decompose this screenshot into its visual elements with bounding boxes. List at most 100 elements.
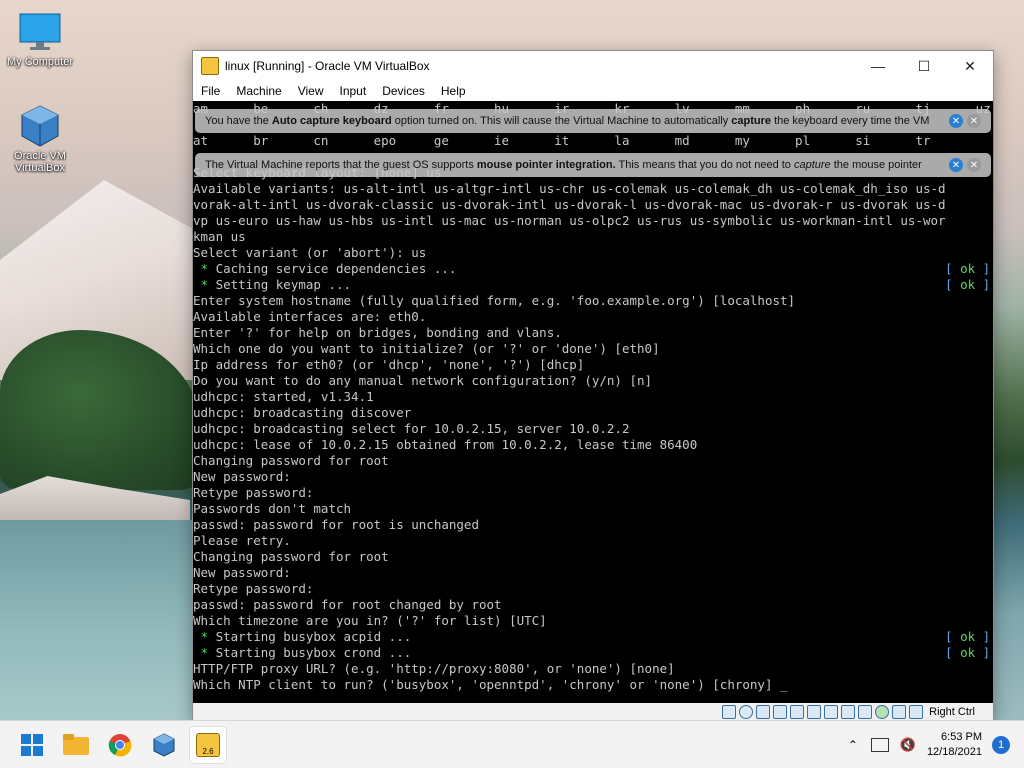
cpu-icon[interactable] bbox=[858, 705, 873, 719]
vm-screen[interactable]: am be ch dz fr hu ir kr lv mm ph ru tj u… bbox=[193, 101, 993, 703]
terminal-line: Which NTP client to run? ('busybox', 'op… bbox=[193, 677, 788, 692]
desktop-icon-my-computer[interactable]: My Computer bbox=[0, 10, 80, 68]
chrome-icon bbox=[108, 734, 132, 757]
display-icon[interactable] bbox=[824, 705, 839, 719]
terminal-line: udhcpc: broadcasting discover bbox=[193, 405, 412, 420]
file-explorer-button[interactable] bbox=[58, 727, 94, 763]
maximize-button[interactable]: ☐ bbox=[901, 51, 947, 81]
close-banner-icon[interactable]: ✕ bbox=[967, 158, 981, 172]
minimize-button[interactable]: — bbox=[855, 51, 901, 81]
chevron-up-icon[interactable]: ⌃ bbox=[843, 738, 863, 752]
host-key-label: Right Ctrl bbox=[929, 706, 975, 718]
terminal-line: Select variant (or 'abort'): us bbox=[193, 245, 427, 260]
speaker-muted-icon[interactable]: 🔇 bbox=[899, 737, 917, 753]
network-status-icon[interactable] bbox=[870, 738, 889, 752]
terminal-line: udhcpc: broadcasting select for 10.0.2.1… bbox=[193, 421, 630, 436]
terminal-line: * Starting busybox crond ...[ ok ] bbox=[193, 645, 991, 660]
terminal-line: udhcpc: lease of 10.0.2.15 obtained from… bbox=[193, 437, 698, 452]
keyboard-capture-icon[interactable] bbox=[892, 705, 907, 719]
taskbar: 2.6 ⌃ 🔇 6:53 PM 12/18/2021 1 bbox=[0, 720, 1024, 768]
terminal-line: Retype password: bbox=[193, 485, 314, 500]
terminal-line: passwd: password for root is unchanged bbox=[193, 517, 479, 532]
system-tray: ⌃ 🔇 6:53 PM 12/18/2021 1 bbox=[843, 721, 1024, 768]
usb-icon[interactable] bbox=[790, 705, 805, 719]
optical-drive-icon[interactable] bbox=[739, 705, 754, 719]
terminal-line: Ip address for eth0? (or 'dhcp', 'none',… bbox=[193, 357, 585, 372]
menu-file[interactable]: File bbox=[193, 84, 228, 98]
terminal-line: New password: bbox=[193, 565, 291, 580]
menu-help[interactable]: Help bbox=[433, 84, 474, 98]
terminal-line: Enter system hostname (fully qualified f… bbox=[193, 293, 796, 308]
chrome-button[interactable] bbox=[102, 727, 138, 763]
shared-folders-icon[interactable] bbox=[807, 705, 822, 719]
banner-message: The Virtual Machine reports that the gue… bbox=[205, 159, 922, 171]
terminal-line: udhcpc: started, v1.34.1 bbox=[193, 389, 374, 404]
video-capture-icon[interactable] bbox=[841, 705, 856, 719]
terminal-line: passwd: password for root changed by roo… bbox=[193, 597, 502, 612]
terminal-line: Retype password: bbox=[193, 581, 314, 596]
windows-logo-icon bbox=[21, 734, 43, 756]
terminal-line: Changing password for root bbox=[193, 549, 389, 564]
close-banner-icon[interactable]: ✕ bbox=[967, 114, 981, 128]
host-key-icon[interactable] bbox=[909, 705, 924, 719]
folder-icon bbox=[63, 734, 89, 755]
start-button[interactable] bbox=[14, 727, 50, 763]
audio-icon[interactable] bbox=[756, 705, 771, 719]
vm-taskbar-button[interactable]: 2.6 bbox=[190, 727, 226, 763]
virtualbox-icon bbox=[18, 104, 62, 148]
terminal-line: Available interfaces are: eth0. bbox=[193, 309, 427, 324]
terminal-bullet: * bbox=[193, 277, 216, 292]
ok-status: [ ok ] bbox=[945, 261, 991, 276]
menu-devices[interactable]: Devices bbox=[374, 84, 433, 98]
vm-status-bar: Right Ctrl bbox=[193, 703, 993, 721]
terminal-line: * Setting keymap ...[ ok ] bbox=[193, 277, 991, 292]
notification-badge[interactable]: 1 bbox=[992, 736, 1010, 754]
terminal-line: vorak-alt-intl us-dvorak-classic us-dvor… bbox=[193, 197, 946, 212]
keyboard-capture-banner: You have the Auto capture keyboard optio… bbox=[195, 109, 991, 133]
mouse-integration-banner: The Virtual Machine reports that the gue… bbox=[195, 153, 991, 177]
menu-machine[interactable]: Machine bbox=[228, 84, 289, 98]
terminal-line: * Starting busybox acpid ...[ ok ] bbox=[193, 629, 991, 644]
clock-time: 6:53 PM bbox=[941, 731, 982, 743]
ok-status: [ ok ] bbox=[945, 629, 991, 644]
close-button[interactable]: ✕ bbox=[947, 51, 993, 81]
network-icon[interactable] bbox=[773, 705, 788, 719]
menu-input[interactable]: Input bbox=[332, 84, 375, 98]
terminal-bullet: * bbox=[193, 629, 216, 644]
monitor-icon bbox=[18, 10, 62, 54]
terminal-line: kman us bbox=[193, 229, 246, 244]
window-title: linux [Running] - Oracle VM VirtualBox bbox=[225, 59, 430, 73]
menu-view[interactable]: View bbox=[290, 84, 332, 98]
window-titlebar[interactable]: linux [Running] - Oracle VM VirtualBox —… bbox=[193, 51, 993, 81]
hard-disk-icon[interactable] bbox=[722, 705, 737, 719]
clock[interactable]: 6:53 PM 12/18/2021 bbox=[927, 730, 982, 760]
terminal-bullet: * bbox=[193, 261, 216, 276]
virtualbox-window[interactable]: linux [Running] - Oracle VM VirtualBox —… bbox=[192, 50, 994, 722]
terminal-line: Do you want to do any manual network con… bbox=[193, 373, 653, 388]
desktop-icon-virtualbox[interactable]: Oracle VM VirtualBox bbox=[0, 104, 80, 174]
terminal-line: Changing password for root bbox=[193, 453, 389, 468]
terminal-line: Passwords don't match bbox=[193, 501, 352, 516]
terminal-bullet: * bbox=[193, 645, 216, 660]
info-icon[interactable]: ✕ bbox=[949, 158, 963, 172]
virtualbox-taskbar-button[interactable] bbox=[146, 727, 182, 763]
terminal-line: vp us-euro us-haw us-hbs us-intl us-mac … bbox=[193, 213, 946, 228]
terminal-line: New password: bbox=[193, 469, 291, 484]
virtualbox-app-icon bbox=[201, 57, 219, 75]
terminal-line: Which timezone are you in? ('?' for list… bbox=[193, 613, 547, 628]
virtualbox-icon bbox=[153, 733, 175, 757]
terminal-line: Enter '?' for help on bridges, bonding a… bbox=[193, 325, 562, 340]
terminal-output: am be ch dz fr hu ir kr lv mm ph ru tj u… bbox=[193, 101, 993, 693]
vm-app-badge: 2.6 bbox=[202, 747, 214, 756]
terminal-line: HTTP/FTP proxy URL? (e.g. 'http://proxy:… bbox=[193, 661, 675, 676]
vm-app-icon: 2.6 bbox=[196, 733, 220, 757]
terminal-line: Available variants: us-alt-intl us-altgr… bbox=[193, 181, 946, 196]
terminal-line: Which one do you want to initialize? (or… bbox=[193, 341, 660, 356]
wallpaper-lake bbox=[0, 520, 200, 720]
mouse-integration-icon[interactable] bbox=[875, 705, 890, 719]
desktop-icon-label: Oracle VM VirtualBox bbox=[14, 150, 66, 174]
ok-status: [ ok ] bbox=[945, 645, 991, 660]
terminal-line: * Caching service dependencies ...[ ok ] bbox=[193, 261, 991, 276]
info-icon[interactable]: ✕ bbox=[949, 114, 963, 128]
terminal-line: Please retry. bbox=[193, 533, 291, 548]
